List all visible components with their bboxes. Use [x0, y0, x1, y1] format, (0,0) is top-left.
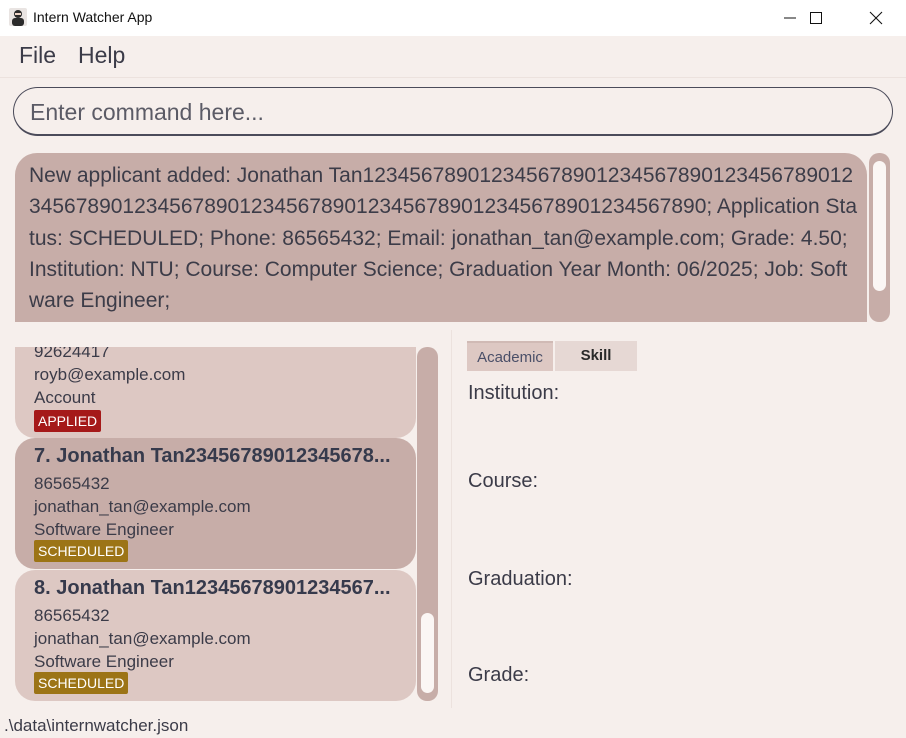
applicant-job: Account: [34, 388, 96, 407]
data-file-path: .\data\internwatcher.json: [4, 716, 189, 735]
tab-academic[interactable]: Academic: [467, 341, 553, 371]
applicant-card[interactable]: 8. Jonathan Tan12345678901234567... 8656…: [15, 570, 416, 701]
title-bar: Intern Watcher App: [0, 0, 906, 36]
status-badge: SCHEDULED: [34, 540, 129, 562]
applicant-job: Software Engineer: [34, 520, 174, 539]
list-scrollbar[interactable]: [417, 347, 438, 701]
applicant-email: royb@example.com: [34, 365, 186, 384]
close-button[interactable]: [846, 0, 906, 36]
menu-help[interactable]: Help: [78, 42, 125, 69]
applicant-phone: 86565432: [34, 606, 110, 625]
grade-label: Grade:: [468, 664, 530, 686]
applicant-phone: 86565432: [34, 474, 110, 493]
command-input[interactable]: [30, 97, 870, 127]
menu-bar: File Help: [0, 36, 906, 78]
status-bar: .\data\internwatcher.json: [0, 708, 906, 738]
menu-file[interactable]: File: [19, 42, 56, 69]
window-title: Intern Watcher App: [33, 9, 153, 25]
applicant-card[interactable]: 92624417 royb@example.com Account APPLIE…: [15, 347, 416, 438]
applicant-list-panel: 92624417 royb@example.com Account APPLIE…: [0, 330, 452, 708]
applicant-name: 7. Jonathan Tan23456789012345678...: [34, 445, 391, 467]
applicant-email: jonathan_tan@example.com: [34, 497, 251, 516]
tab-skill[interactable]: Skill: [555, 341, 637, 371]
detail-panel: Academic Skill Institution: Course: Grad…: [453, 330, 906, 708]
applicant-phone: 92624417: [34, 347, 110, 361]
list-scrollbar-thumb[interactable]: [421, 613, 434, 693]
result-display: New applicant added: Jonathan Tan1234567…: [15, 153, 867, 322]
applicant-job: Software Engineer: [34, 652, 174, 671]
applicant-card-selected[interactable]: 7. Jonathan Tan23456789012345678... 8656…: [15, 438, 416, 569]
maximize-button[interactable]: [786, 0, 846, 36]
close-icon: [869, 11, 883, 25]
command-box: [13, 87, 893, 136]
result-scrollbar-thumb[interactable]: [873, 161, 886, 291]
app-logo-icon: [9, 8, 27, 26]
status-badge: SCHEDULED: [34, 672, 129, 694]
applicant-list: 92624417 royb@example.com Account APPLIE…: [15, 347, 416, 708]
status-badge: APPLIED: [34, 410, 102, 432]
result-text: New applicant added: Jonathan Tan1234567…: [29, 164, 857, 313]
course-label: Course:: [468, 470, 539, 492]
maximize-icon: [810, 12, 822, 24]
applicant-email: jonathan_tan@example.com: [34, 629, 251, 648]
result-scrollbar[interactable]: [869, 153, 890, 322]
applicant-name: 8. Jonathan Tan12345678901234567...: [34, 577, 391, 599]
institution-label: Institution:: [468, 382, 560, 404]
graduation-label: Graduation:: [468, 568, 573, 590]
